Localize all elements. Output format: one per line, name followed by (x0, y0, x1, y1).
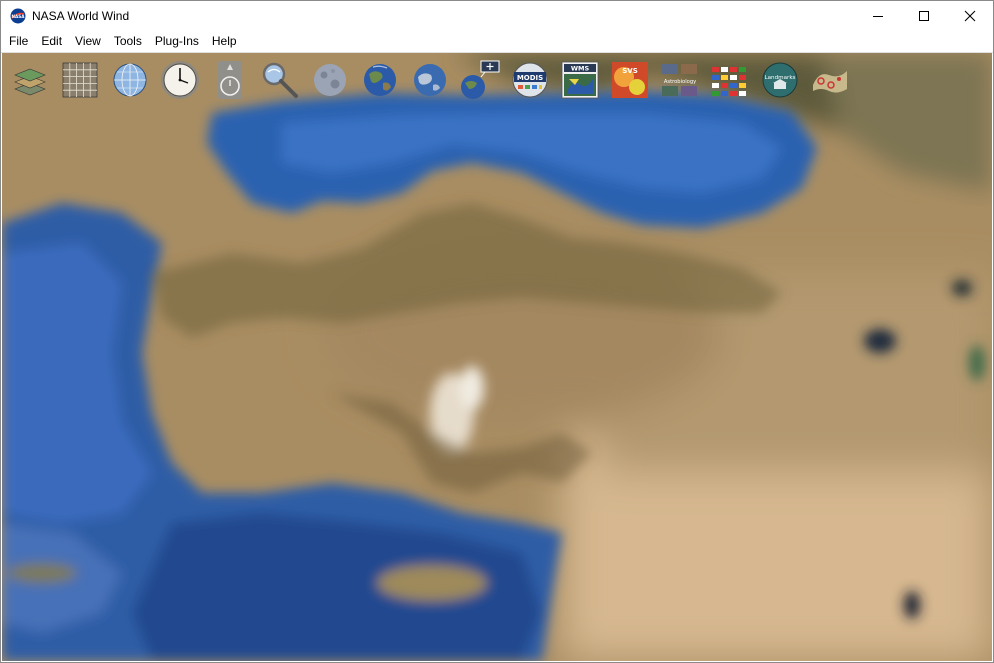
menu-tools[interactable]: Tools (108, 31, 148, 52)
astrobiology-label: Astrobiology (664, 79, 696, 85)
earth-night-button[interactable] (408, 58, 452, 102)
close-button[interactable] (947, 1, 993, 31)
menu-file[interactable]: File (3, 31, 34, 52)
add-placemark-icon (461, 60, 500, 99)
modis-label: MODIS (517, 74, 543, 82)
svg-text:NASA: NASA (11, 14, 25, 19)
menu-help[interactable]: Help (206, 31, 243, 52)
landmarks-icon: Landmarks (762, 62, 798, 98)
satellite-imagery (2, 53, 992, 661)
svs-label: SVS (622, 67, 638, 75)
wms-label: WMS (571, 65, 590, 73)
astrobiology-button[interactable]: Astrobiology (658, 58, 702, 102)
title-bar[interactable]: NASA NASA World Wind (1, 1, 993, 31)
layer-manager-button[interactable] (8, 58, 52, 102)
svs-button[interactable]: SVS (608, 58, 652, 102)
menu-edit[interactable]: Edit (35, 31, 68, 52)
lat-lon-grid-icon (62, 62, 98, 98)
places-button[interactable] (808, 58, 852, 102)
window-title: NASA World Wind (32, 9, 130, 23)
compass-icon (218, 61, 242, 99)
toolbar: MODIS WMS SVS Astrobiology Landmarks (2, 53, 992, 109)
maximize-icon (919, 11, 929, 21)
globe-view[interactable]: MODIS WMS SVS Astrobiology Landmarks (2, 53, 992, 661)
earth-night-icon (414, 64, 446, 96)
menu-plug-ins[interactable]: Plug-Ins (149, 31, 205, 52)
close-icon (964, 10, 976, 22)
lat-lon-grid-button[interactable] (58, 58, 102, 102)
minimize-button[interactable] (855, 1, 901, 31)
maximize-button[interactable] (901, 1, 947, 31)
search-button[interactable] (258, 58, 302, 102)
places-icon (813, 71, 847, 93)
globe-grid-icon (113, 63, 147, 97)
astrobiology-icon: Astrobiology (662, 64, 697, 96)
moon-button[interactable] (308, 58, 352, 102)
menu-view[interactable]: View (69, 31, 107, 52)
layer-manager-icon (14, 68, 46, 96)
flags-icon (712, 67, 746, 96)
compass-button[interactable] (208, 58, 252, 102)
search-magnifier-icon (262, 62, 298, 98)
moon-icon (314, 64, 346, 96)
wms-icon: WMS (561, 61, 599, 99)
add-placemark-button[interactable] (458, 58, 502, 102)
nasa-logo-icon: NASA (10, 8, 26, 24)
svs-icon: SVS (612, 62, 648, 98)
menu-bar: File Edit View Tools Plug-Ins Help (1, 31, 993, 53)
wms-button[interactable]: WMS (558, 58, 602, 102)
landmarks-button[interactable]: Landmarks (758, 58, 802, 102)
modis-icon: MODIS (512, 62, 548, 98)
earth-button[interactable] (358, 58, 402, 102)
time-clock-button[interactable] (158, 58, 202, 102)
modis-button[interactable]: MODIS (508, 58, 552, 102)
globe-grid-button[interactable] (108, 58, 152, 102)
minimize-icon (873, 16, 883, 17)
time-clock-icon (161, 61, 199, 99)
flags-button[interactable] (708, 58, 752, 102)
earth-icon (364, 64, 396, 96)
app-window: NASA NASA World Wind File Edit View Tool… (0, 0, 994, 663)
